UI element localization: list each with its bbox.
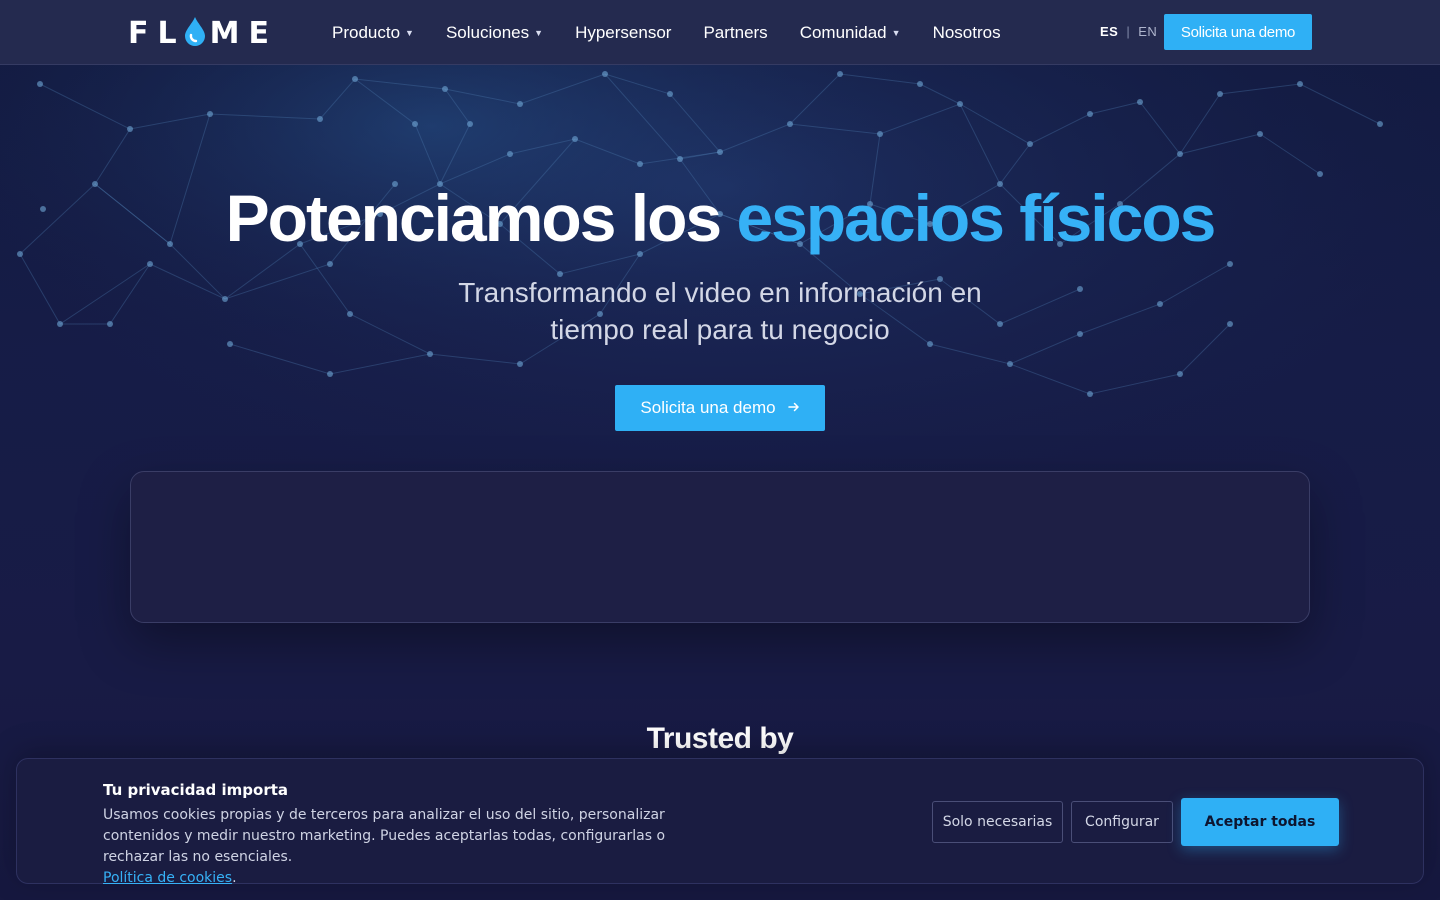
accept-all-button[interactable]: Aceptar todas bbox=[1181, 798, 1339, 846]
cookie-banner: Tu privacidad importa Usamos cookies pro… bbox=[16, 758, 1424, 886]
hero-demo-label: Solicita una demo bbox=[640, 398, 776, 417]
lang-en[interactable]: EN bbox=[1138, 24, 1157, 39]
cookie-text: Usamos cookies propias y de terceros par… bbox=[103, 807, 666, 865]
cookie-policy-suffix: . bbox=[232, 870, 237, 886]
caret-down-icon: ▼ bbox=[534, 27, 544, 38]
nav-item-soluciones[interactable]: Soluciones ▼ bbox=[446, 23, 543, 43]
logo-text-left: FL bbox=[128, 15, 186, 51]
nav-item-hypersensor[interactable]: Hypersensor bbox=[575, 23, 671, 43]
cookie-policy-link[interactable]: Política de cookies bbox=[103, 870, 232, 886]
cookie-description: Usamos cookies propias y de terceros par… bbox=[103, 805, 723, 889]
top-navbar: FL ME Producto ▼ Soluciones ▼ Hypersenso… bbox=[0, 0, 1440, 65]
nav-label: Hypersensor bbox=[575, 22, 672, 42]
hero-demo-button[interactable]: Solicita una demo bbox=[615, 385, 825, 431]
page: FL ME Producto ▼ Soluciones ▼ Hypersenso… bbox=[0, 0, 1440, 900]
language-switcher: ES | EN bbox=[1100, 24, 1157, 39]
caret-down-icon: ▼ bbox=[405, 27, 414, 38]
nav-item-producto[interactable]: Producto ▼ bbox=[332, 23, 414, 43]
configure-cookies-button[interactable]: Configurar bbox=[1071, 801, 1173, 843]
nav-label: Soluciones bbox=[445, 22, 530, 42]
nav-label: Partners bbox=[703, 22, 768, 42]
hero-title-white: Potenciamos los bbox=[225, 181, 737, 255]
nav-label: Comunidad bbox=[799, 22, 887, 42]
nav-item-partners[interactable]: Partners bbox=[703, 23, 767, 43]
hero-title-highlight: espacios físicos bbox=[736, 181, 1216, 255]
hero-subtitle-line2: tiempo real para tu negocio bbox=[550, 314, 890, 345]
nav-demo-button[interactable]: Solicita una demo bbox=[1164, 14, 1312, 50]
video-placeholder-card bbox=[130, 471, 1310, 623]
lang-separator: | bbox=[1126, 24, 1131, 39]
nav-label: Nosotros bbox=[932, 22, 1001, 42]
hero-subtitle-line1: Transformando el video en información en bbox=[458, 277, 982, 308]
nav-item-nosotros[interactable]: Nosotros bbox=[933, 23, 1001, 43]
nav-label: Producto bbox=[332, 22, 401, 42]
hero-title: Potenciamos los espacios físicos bbox=[0, 178, 1440, 258]
caret-down-icon: ▼ bbox=[891, 27, 901, 38]
hero-subtitle: Transformando el video en información en… bbox=[420, 274, 1020, 348]
nav-item-comunidad[interactable]: Comunidad ▼ bbox=[800, 23, 901, 43]
water-drop-icon bbox=[184, 16, 206, 51]
logo-text-right: ME bbox=[209, 15, 278, 51]
lang-es[interactable]: ES bbox=[1100, 24, 1118, 39]
arrow-right-icon bbox=[787, 400, 800, 417]
brand-logo[interactable]: FL ME bbox=[128, 15, 278, 51]
necessary-only-button[interactable]: Solo necesarias bbox=[932, 801, 1063, 843]
main-nav: Producto ▼ Soluciones ▼ Hypersensor Part… bbox=[332, 0, 1033, 65]
trusted-by-heading: Trusted by bbox=[646, 722, 794, 755]
cookie-title: Tu privacidad importa bbox=[103, 781, 289, 799]
